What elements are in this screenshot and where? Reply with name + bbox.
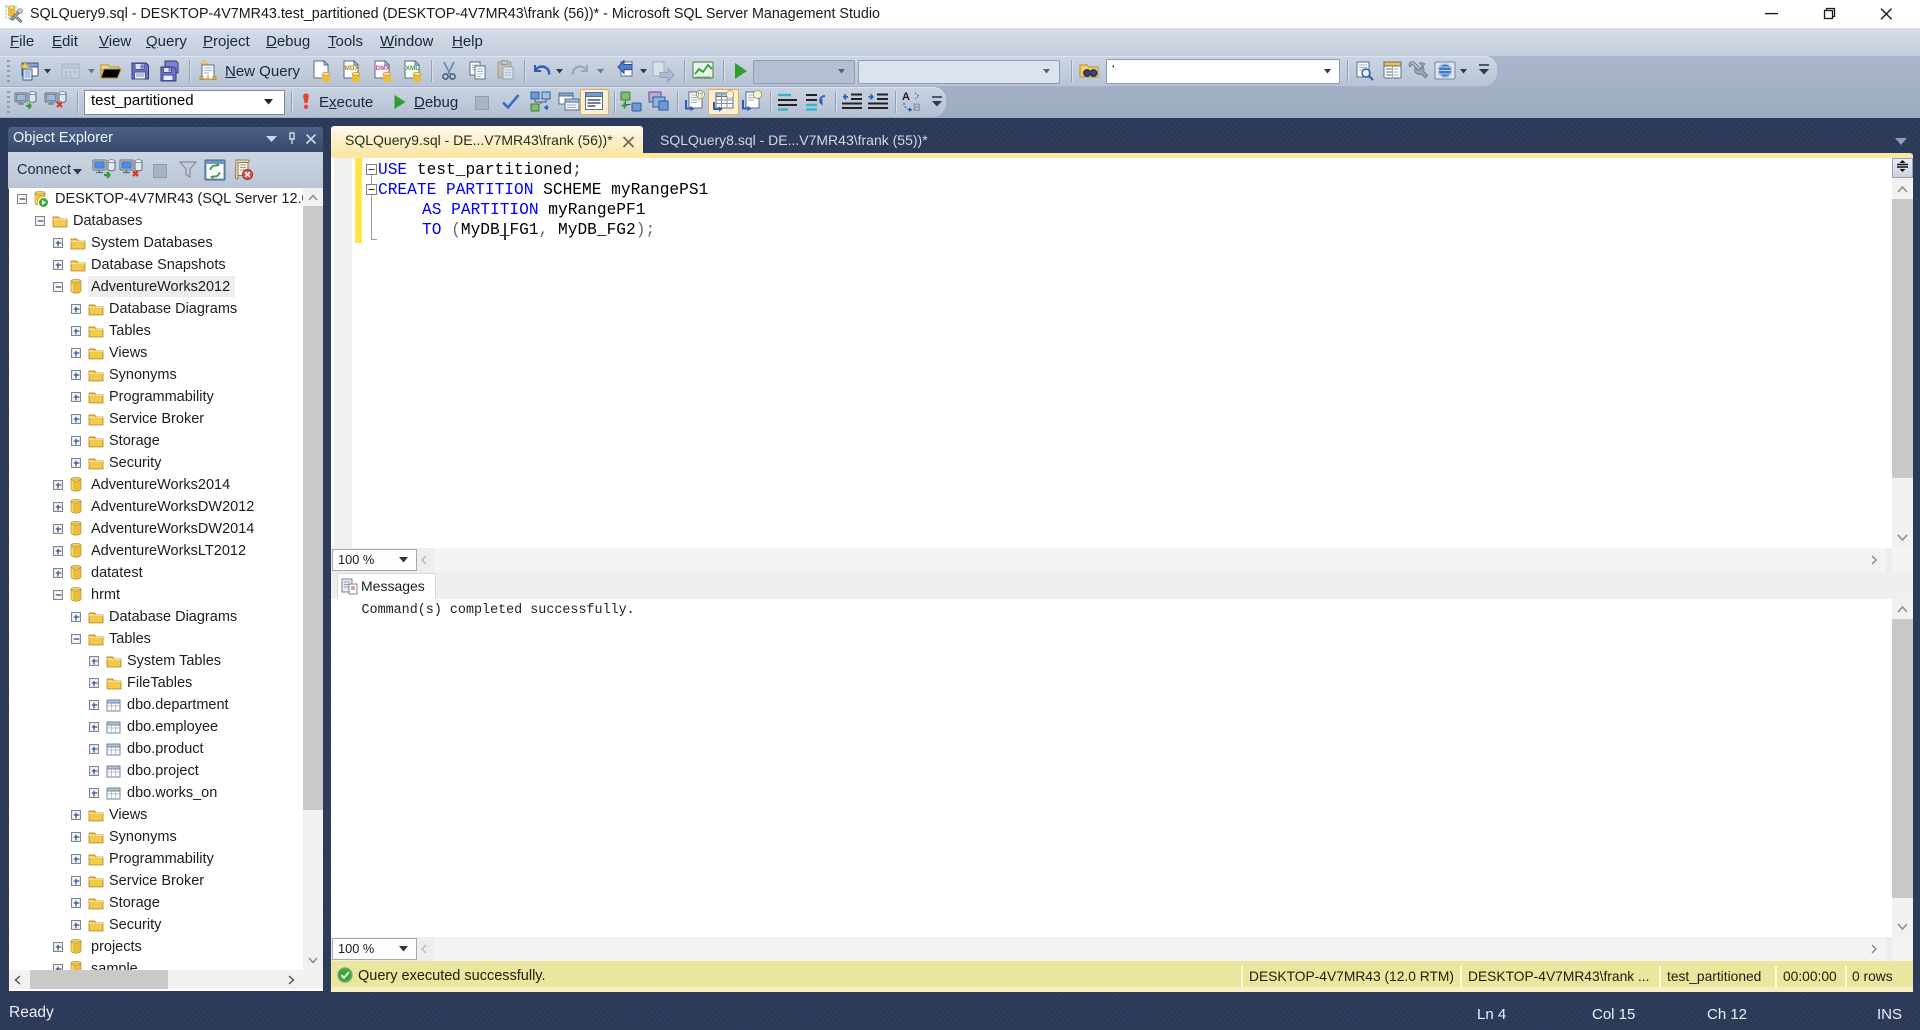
- svg-text:MDX: MDX: [345, 65, 360, 72]
- svg-text:A: A: [902, 91, 910, 103]
- svg-text:XML: XML: [406, 65, 420, 72]
- svg-text:B: B: [913, 102, 921, 114]
- svg-text:DMX: DMX: [376, 65, 391, 72]
- svg-text:!?: !?: [698, 93, 704, 99]
